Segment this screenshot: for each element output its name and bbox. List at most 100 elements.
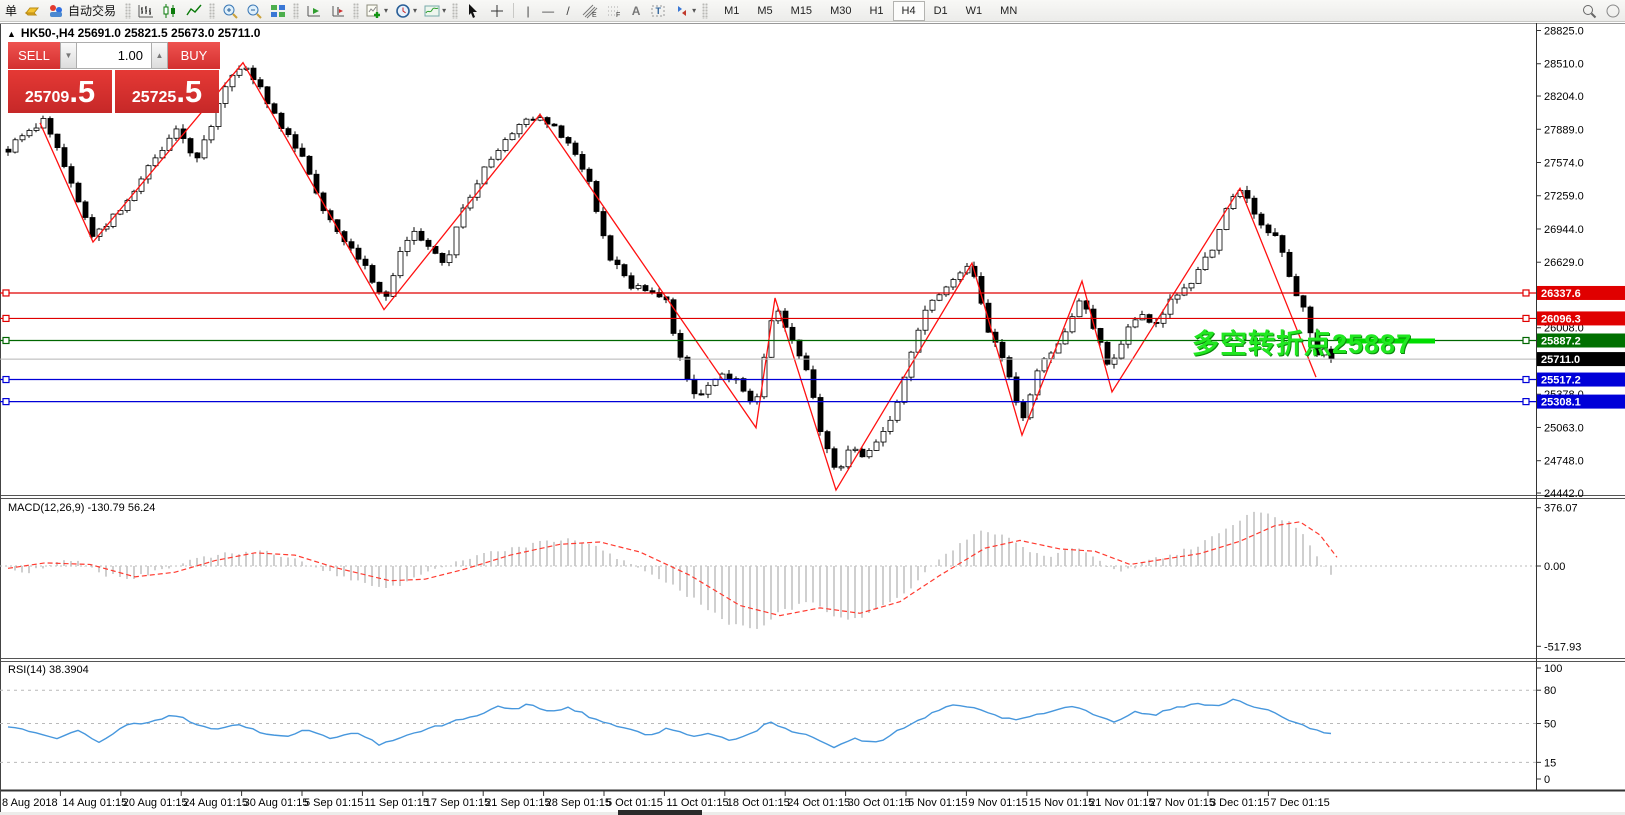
candle-body bbox=[62, 148, 67, 167]
candle-body bbox=[727, 374, 732, 379]
candle-body bbox=[762, 357, 767, 397]
collapse-panel-icon[interactable]: ▲ bbox=[7, 29, 16, 39]
candle-body bbox=[377, 282, 382, 292]
dropdown-caret[interactable]: ▾ bbox=[442, 6, 446, 15]
dropdown-caret[interactable]: ▾ bbox=[413, 6, 417, 15]
date-axis-label: 11 Sep 01:15 bbox=[364, 797, 429, 809]
chart-title[interactable]: ▲HK50-,H4 25691.0 25821.5 25673.0 25711.… bbox=[7, 26, 260, 40]
horizontal-line-tool[interactable]: — bbox=[538, 1, 558, 21]
search-icon[interactable] bbox=[1577, 1, 1601, 21]
volume-input[interactable]: 1.00 bbox=[77, 42, 151, 69]
fibonacci-tool[interactable]: E bbox=[578, 1, 602, 21]
dropdown-caret[interactable]: ▾ bbox=[384, 6, 388, 15]
rsi-axis-label: 0 bbox=[1544, 774, 1550, 786]
candle-body bbox=[881, 431, 886, 442]
dropdown-caret[interactable]: ▾ bbox=[692, 6, 696, 15]
candle-body bbox=[48, 118, 53, 134]
candle-body bbox=[622, 265, 627, 276]
line-chart-icon[interactable] bbox=[182, 1, 206, 21]
line-handle bbox=[3, 290, 9, 296]
date-axis-label: 30 Aug 01:15 bbox=[244, 797, 309, 809]
gold-icon[interactable] bbox=[20, 1, 44, 21]
grid-tool[interactable]: F bbox=[602, 1, 626, 21]
help-icon[interactable] bbox=[1601, 1, 1625, 21]
new-order-button[interactable]: 单 bbox=[2, 2, 20, 19]
shapes-tool[interactable]: ▾ bbox=[670, 1, 699, 21]
zoom-out-icon[interactable] bbox=[242, 1, 266, 21]
price-axis-label: 26944.0 bbox=[1544, 224, 1584, 236]
toolbar-grip bbox=[293, 3, 299, 19]
new-chart-icon[interactable]: ▾ bbox=[362, 1, 391, 21]
label-tool[interactable]: T bbox=[646, 1, 670, 21]
chart-canvas[interactable]: 28825.028510.028204.027889.027574.027259… bbox=[0, 0, 1625, 815]
candle-body bbox=[874, 442, 879, 450]
timeframe-button-d1[interactable]: D1 bbox=[925, 1, 957, 21]
indicators-icon[interactable]: ▾ bbox=[420, 1, 449, 21]
candle-body bbox=[83, 202, 88, 218]
candle-body bbox=[1175, 295, 1180, 299]
candle-body bbox=[839, 467, 844, 468]
candle-body bbox=[1266, 225, 1271, 233]
macd-indicator-label: MACD(12,26,9) -130.79 56.24 bbox=[8, 502, 155, 514]
volume-increase-button[interactable]: ▲ bbox=[151, 42, 168, 69]
timeframe-button-h1[interactable]: H1 bbox=[860, 1, 892, 21]
zoom-in-icon[interactable] bbox=[218, 1, 242, 21]
rsi-axis-label: 50 bbox=[1544, 719, 1556, 731]
candle-body bbox=[1021, 402, 1026, 417]
price-tag-label: 26337.6 bbox=[1541, 288, 1581, 300]
tile-windows-icon[interactable] bbox=[266, 1, 290, 21]
sell-price-button[interactable]: 25709.5 bbox=[8, 70, 112, 113]
timeframe-button-h4[interactable]: H4 bbox=[893, 1, 925, 21]
candle-body bbox=[1007, 358, 1012, 377]
candle-body bbox=[1252, 198, 1257, 214]
date-axis-label: 24 Oct 01:15 bbox=[787, 797, 850, 809]
auto-trading-label: 自动交易 bbox=[65, 2, 119, 19]
candle-body bbox=[188, 139, 193, 153]
candle-body bbox=[412, 231, 417, 240]
timeframe-button-m5[interactable]: M5 bbox=[748, 1, 781, 21]
crosshair-icon[interactable] bbox=[485, 1, 509, 21]
buy-price-button[interactable]: 25725.5 bbox=[115, 70, 219, 113]
price-tag-label: 26096.3 bbox=[1541, 313, 1581, 325]
candle-body bbox=[426, 240, 431, 246]
cursor-icon[interactable] bbox=[461, 1, 485, 21]
candle-body bbox=[223, 87, 228, 104]
one-click-trade-panel: SELL ▼ 1.00 ▲ BUY 25709.5 25725.5 bbox=[8, 42, 220, 113]
toolbar-separator bbox=[513, 3, 514, 18]
price-axis-label: 25063.0 bbox=[1544, 422, 1584, 434]
timeframe-button-m15[interactable]: M15 bbox=[782, 1, 821, 21]
candle-body bbox=[90, 218, 95, 237]
vertical-line-tool[interactable]: | bbox=[518, 1, 538, 21]
candle-body bbox=[440, 253, 445, 262]
volume-decrease-button[interactable]: ▼ bbox=[60, 42, 77, 69]
candle-body bbox=[195, 153, 200, 158]
candle-body bbox=[6, 149, 11, 152]
timeframe-button-mn[interactable]: MN bbox=[991, 1, 1026, 21]
candle-body bbox=[923, 310, 928, 330]
auto-scroll-icon[interactable] bbox=[302, 1, 326, 21]
trendline-tool[interactable]: / bbox=[558, 1, 578, 21]
period-clock-icon[interactable]: ▾ bbox=[391, 1, 420, 21]
text-tool[interactable]: A bbox=[626, 1, 646, 21]
candle-body bbox=[209, 127, 214, 140]
svg-text:F: F bbox=[616, 12, 620, 19]
candle-body bbox=[629, 276, 634, 289]
sell-button[interactable]: SELL bbox=[8, 42, 60, 69]
annotation-text[interactable]: 多空转折点25887 bbox=[1192, 322, 1412, 361]
date-axis-label: 8 Aug 2018 bbox=[2, 797, 58, 809]
timeframe-button-w1[interactable]: W1 bbox=[957, 1, 992, 21]
candlestick-chart-icon[interactable] bbox=[158, 1, 182, 21]
candle-body bbox=[832, 449, 837, 468]
price-tag-label: 25711.0 bbox=[1541, 354, 1580, 366]
chart-shift-icon[interactable] bbox=[326, 1, 350, 21]
auto-trading-button[interactable]: 自动交易 bbox=[44, 1, 122, 21]
date-axis-label: 3 Dec 01:15 bbox=[1210, 797, 1269, 809]
candle-body bbox=[496, 150, 501, 159]
bar-chart-icon[interactable] bbox=[134, 1, 158, 21]
price-axis-label: 24442.0 bbox=[1544, 488, 1584, 500]
candle-body bbox=[1245, 190, 1250, 198]
scrollbar-thumb bbox=[618, 810, 702, 815]
timeframe-button-m30[interactable]: M30 bbox=[821, 1, 860, 21]
buy-button[interactable]: BUY bbox=[168, 42, 220, 69]
timeframe-button-m1[interactable]: M1 bbox=[715, 1, 748, 21]
